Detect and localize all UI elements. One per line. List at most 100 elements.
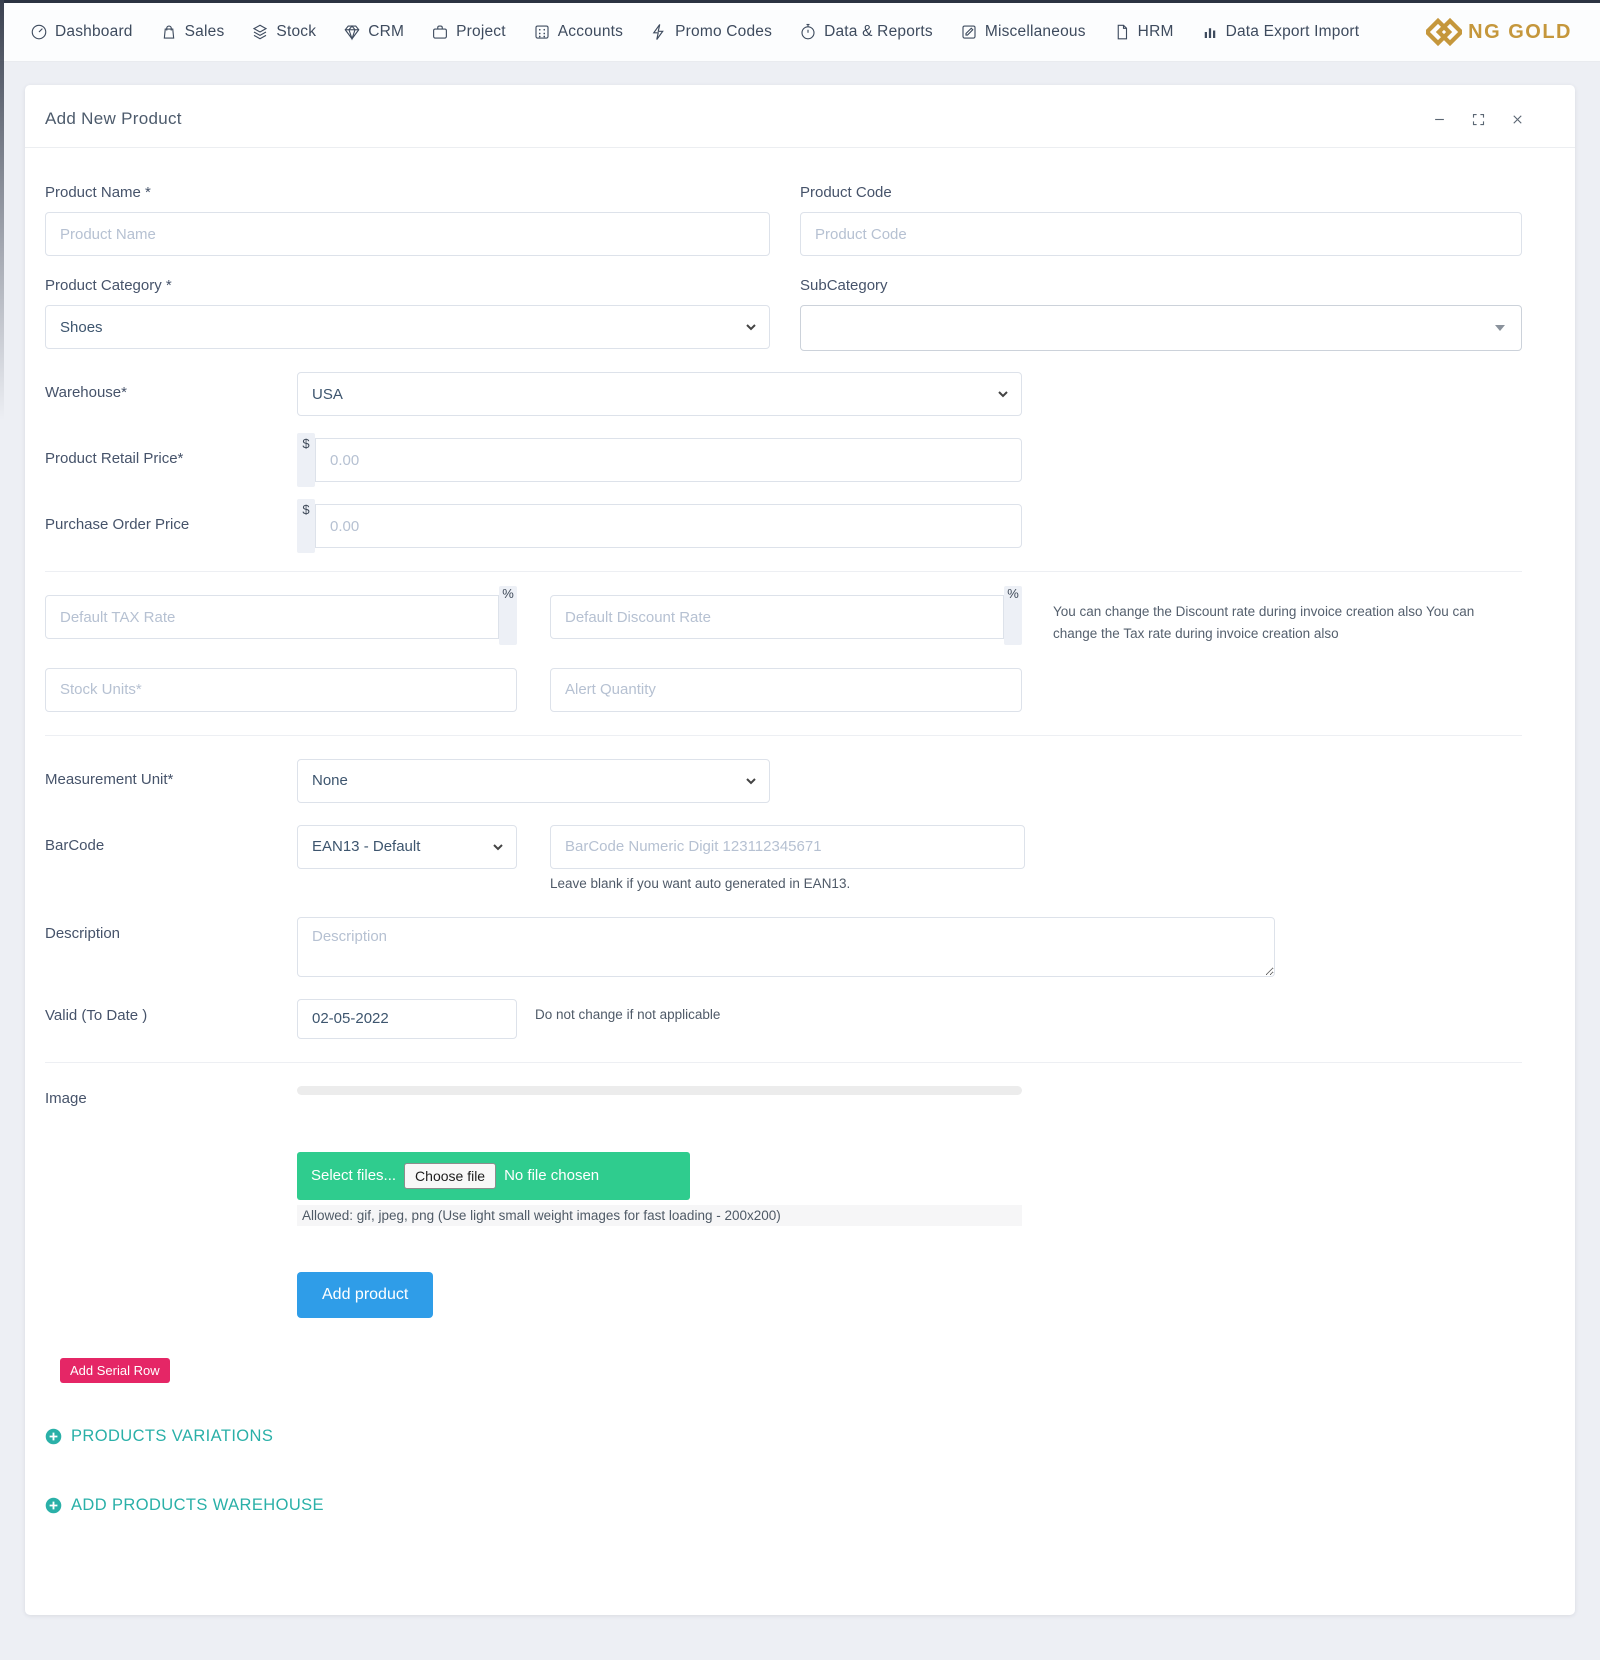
products-variations-toggle[interactable]: PRODUCTS VARIATIONS: [45, 1427, 1522, 1446]
document-icon: [1117, 24, 1127, 40]
nav-item-label: HRM: [1137, 23, 1174, 40]
file-upload-button[interactable]: Select files... Choose file No file chos…: [297, 1151, 690, 1200]
nav-item-data-reports[interactable]: Data & Reports: [799, 23, 933, 41]
product-category-label: Product Category *: [45, 277, 172, 294]
purchase-price-label: Purchase Order Price: [45, 516, 190, 533]
nav-item-data-export-import[interactable]: Data Export Import: [1201, 23, 1360, 41]
nav-item-crm[interactable]: CRM: [343, 23, 404, 41]
nav-item-label: Stock: [276, 23, 317, 40]
page-title: Add New Product: [45, 109, 182, 128]
caret-down-icon: [1495, 325, 1505, 331]
nav-item-label: Accounts: [557, 23, 624, 40]
subcategory-select[interactable]: [800, 305, 1522, 351]
products-variations-label: PRODUCTS VARIATIONS: [71, 1426, 274, 1445]
minimize-button[interactable]: [1432, 112, 1447, 127]
nav-item-sales[interactable]: Sales: [160, 23, 225, 41]
choose-file-button[interactable]: Choose file: [404, 1162, 497, 1189]
add-products-warehouse-label: ADD PRODUCTS WAREHOUSE: [71, 1495, 324, 1514]
valid-to-date-note: Do not change if not applicable: [535, 1006, 721, 1022]
close-icon: [1513, 114, 1522, 124]
divider: [45, 734, 1522, 736]
select-files-label: Select files...: [311, 1167, 397, 1185]
nav-item-label: Project: [456, 23, 506, 40]
currency-prefix: $: [297, 499, 315, 553]
briefcase-icon: [433, 25, 448, 39]
add-serial-row-button[interactable]: Add Serial Row: [60, 1357, 170, 1383]
gem-icon: [344, 25, 360, 41]
grid-dots-icon: [535, 25, 549, 39]
close-button[interactable]: [1510, 112, 1525, 127]
currency-prefix: $: [297, 433, 315, 487]
product-name-input[interactable]: [45, 212, 770, 256]
default-tax-rate-input[interactable]: [45, 595, 499, 639]
barcode-format-select[interactable]: EAN13 - Default: [297, 824, 517, 869]
valid-to-date-input[interactable]: [297, 998, 517, 1039]
upload-progress-bar: [297, 1085, 1022, 1095]
retail-price-input[interactable]: [315, 438, 1022, 482]
percent-suffix: %: [499, 586, 517, 645]
divider: [45, 1061, 1522, 1063]
product-name-label: Product Name *: [45, 184, 151, 201]
image-label: Image: [45, 1089, 87, 1107]
ng-gold-logo-icon: [1426, 17, 1463, 47]
minimize-icon: [1435, 118, 1444, 120]
file-status-text: No file chosen: [504, 1167, 600, 1185]
purchase-price-input[interactable]: [315, 504, 1022, 548]
nav-item-label: Data & Reports: [824, 23, 933, 40]
edit-square-icon: [962, 25, 976, 39]
product-category-select[interactable]: Shoes: [45, 305, 770, 349]
barcode-note: Leave blank if you want auto generated i…: [550, 875, 851, 891]
default-discount-rate-input[interactable]: [550, 595, 1004, 639]
add-product-button[interactable]: Add product: [297, 1271, 434, 1318]
product-code-label: Product Code: [800, 184, 892, 201]
valid-to-date-label: Valid (To Date ): [45, 1006, 148, 1024]
percent-suffix: %: [1004, 586, 1022, 645]
product-code-input[interactable]: [800, 212, 1522, 256]
modal-header: Add New Product: [25, 85, 1575, 148]
measurement-unit-label: Measurement Unit*: [45, 770, 174, 788]
window-controls: [1432, 112, 1525, 127]
layers-icon: [253, 24, 268, 40]
nav-item-accounts[interactable]: Accounts: [533, 23, 623, 41]
add-products-warehouse-toggle[interactable]: ADD PRODUCTS WAREHOUSE: [45, 1496, 1522, 1515]
top-navbar: Dashboard Sales Stock CRM Project Accoun…: [0, 0, 1600, 62]
divider: [45, 571, 1522, 572]
nav-item-hrm[interactable]: HRM: [1113, 23, 1174, 41]
nav-item-label: CRM: [368, 23, 405, 40]
brand-logo: NG GOLD: [1426, 14, 1572, 50]
nav-item-miscellaneous[interactable]: Miscellaneous: [960, 23, 1086, 41]
nav-item-label: Promo Codes: [675, 23, 773, 40]
shopping-bag-icon: [163, 25, 174, 39]
retail-price-label: Product Retail Price*: [45, 450, 184, 467]
nav-item-label: Sales: [184, 23, 225, 40]
fullscreen-button[interactable]: [1471, 112, 1486, 127]
nav-item-label: Dashboard: [55, 23, 133, 40]
alert-quantity-input[interactable]: [550, 667, 1022, 712]
nav-item-promo-codes[interactable]: Promo Codes: [650, 23, 772, 41]
plus-circle-icon: [45, 1497, 62, 1513]
barcode-label: BarCode: [45, 836, 105, 854]
stock-units-input[interactable]: [45, 667, 517, 712]
subcategory-label: SubCategory: [800, 277, 888, 294]
description-textarea[interactable]: [297, 916, 1275, 977]
nav-item-label: Data Export Import: [1225, 23, 1360, 40]
description-label: Description: [45, 924, 121, 942]
stopwatch-icon: [801, 23, 815, 40]
nav-item-stock[interactable]: Stock: [251, 23, 316, 41]
nav-item-label: Miscellaneous: [984, 23, 1086, 40]
fullscreen-icon: [1472, 113, 1485, 125]
nav-item-project[interactable]: Project: [431, 23, 506, 41]
warehouse-label: Warehouse*: [45, 384, 127, 401]
nav-item-dashboard[interactable]: Dashboard: [30, 23, 133, 41]
plus-circle-icon: [45, 1428, 62, 1444]
image-allowed-note: Allowed: gif, jpeg, png (Use light small…: [297, 1204, 1022, 1226]
bar-chart-icon: [1204, 28, 1215, 38]
add-new-product-modal: Add New Product Product Name * Product C…: [25, 85, 1575, 1615]
rates-help-text: You can change the Discount rate during …: [1053, 604, 1475, 642]
brand-name: NG GOLD: [1468, 20, 1572, 43]
warehouse-select[interactable]: USA: [297, 372, 1022, 416]
barcode-number-input[interactable]: [550, 824, 1025, 869]
lightning-icon: [652, 24, 664, 40]
add-product-form: Product Name * Product Code Product Cate…: [25, 148, 1575, 1615]
measurement-unit-select[interactable]: None: [297, 758, 770, 803]
